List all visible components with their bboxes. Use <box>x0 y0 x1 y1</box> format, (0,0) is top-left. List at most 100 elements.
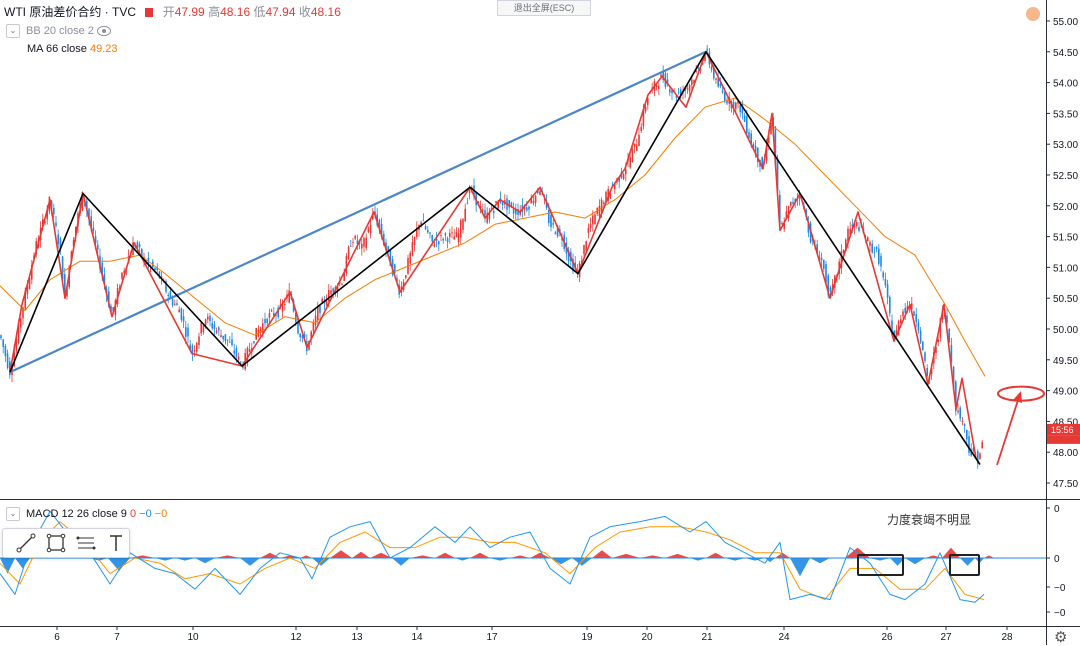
time-tick-label: 27 <box>940 632 952 643</box>
candle-body <box>886 284 889 298</box>
candle-body <box>455 231 458 238</box>
black-zigzag-line <box>9 51 981 465</box>
candle-body <box>710 66 713 70</box>
candle-body <box>174 303 176 305</box>
chevron-down-icon[interactable]: ⌄ <box>6 24 20 39</box>
macd-tick-label: 0 <box>1054 504 1060 515</box>
macd-label: MACD 12 26 close 9 <box>26 508 127 520</box>
candle-body <box>598 205 601 217</box>
candle-body <box>917 322 920 331</box>
candle-body <box>330 290 332 295</box>
time-tick-label: 26 <box>881 632 893 643</box>
candle-body <box>963 423 966 427</box>
candle-body <box>180 308 183 320</box>
candle-body <box>721 90 724 93</box>
macd-tick-label: 0 <box>1054 554 1060 565</box>
candle-body <box>548 210 550 223</box>
candle-body <box>325 300 328 306</box>
candle-body <box>312 321 315 332</box>
candle-body <box>220 335 222 338</box>
candle-body <box>347 247 350 260</box>
candle-body <box>209 315 211 321</box>
candle-body <box>169 291 172 298</box>
trend-line-tool-icon[interactable] <box>15 532 37 554</box>
candle-body <box>211 323 213 329</box>
red-zigzag-line <box>9 51 977 459</box>
candle-body <box>319 305 321 313</box>
candle-body <box>328 290 330 302</box>
candle-body <box>625 169 627 175</box>
candle-body <box>231 339 233 346</box>
flag-icon[interactable] <box>145 8 154 18</box>
candle-body <box>202 325 205 333</box>
candle-body <box>97 244 99 250</box>
time-tick-label: 14 <box>411 632 423 643</box>
candle-body <box>182 316 185 322</box>
macd-histogram-bar <box>592 550 612 558</box>
candle-body <box>55 222 57 226</box>
eye-icon[interactable] <box>96 26 111 37</box>
candle-body <box>350 246 352 247</box>
candle-body <box>457 233 460 243</box>
candle-body <box>959 407 961 419</box>
price-tick-label: 52.00 <box>1053 202 1078 213</box>
candle-body <box>528 206 530 210</box>
candle-body <box>526 207 528 211</box>
candle-body <box>493 210 495 213</box>
alert-dot-icon[interactable] <box>1026 7 1040 21</box>
gear-icon[interactable]: ⚙ <box>1054 628 1067 646</box>
candle-body <box>875 247 878 249</box>
candle-body <box>266 318 268 324</box>
bb-legend: ⌄ BB 20 close 2 <box>6 23 111 39</box>
candle-body <box>856 222 858 227</box>
exit-fullscreen-button[interactable]: 退出全屏(ESC) <box>497 0 591 16</box>
candle-body <box>427 229 429 233</box>
candle-body <box>270 310 273 312</box>
macd-histogram-bar <box>530 552 550 558</box>
candle-body <box>669 89 671 93</box>
candle-body <box>792 201 794 204</box>
candle-body <box>724 92 726 101</box>
text-tool-icon[interactable] <box>105 532 127 554</box>
candle-body <box>924 352 926 361</box>
price-tick-label: 48.00 <box>1053 448 1078 459</box>
candle-body <box>253 341 255 343</box>
candle-body <box>889 296 891 314</box>
ohlc-close-value: 48.16 <box>310 5 341 19</box>
candle-body <box>369 224 372 234</box>
chart-canvas[interactable]: 55.00 54.50 54.00 53.50 53.00 52.50 52.00 51.50… <box>0 0 1080 645</box>
ma-value: 49.23 <box>89 43 118 55</box>
candle-body <box>882 272 884 278</box>
candle-body <box>176 303 178 306</box>
annotation-text: 力度衰竭不明显 <box>887 513 972 527</box>
candle-body <box>823 259 825 269</box>
candle-body <box>187 327 189 337</box>
macd-histogram-bar <box>960 558 975 566</box>
candle-body <box>550 214 552 228</box>
candle-body <box>444 233 447 236</box>
candle-body <box>200 322 202 334</box>
candle-body <box>919 330 922 343</box>
candle-body <box>880 255 882 267</box>
candle-body <box>264 319 266 324</box>
candle-body <box>922 341 924 351</box>
candle-body <box>405 275 407 278</box>
candle-body <box>429 232 431 234</box>
candle-body <box>341 283 343 285</box>
candle-body <box>213 324 216 330</box>
candle-body <box>433 244 436 247</box>
candle-body <box>361 243 363 249</box>
macd-histogram-bar <box>905 558 925 565</box>
macd-histogram-bar <box>435 552 455 558</box>
candle-body <box>631 149 634 162</box>
candle-body <box>688 84 691 92</box>
rectangle-tool-icon[interactable] <box>45 532 67 554</box>
price-tick-label: 49.00 <box>1053 387 1078 398</box>
price-tick-label: 50.50 <box>1053 294 1078 305</box>
candle-body <box>354 235 356 239</box>
chevron-down-icon[interactable]: ⌄ <box>6 507 20 522</box>
parallel-channel-tool-icon[interactable] <box>75 532 97 554</box>
candle-body <box>462 219 464 230</box>
candle-body <box>501 202 504 206</box>
candle-body <box>686 87 689 90</box>
